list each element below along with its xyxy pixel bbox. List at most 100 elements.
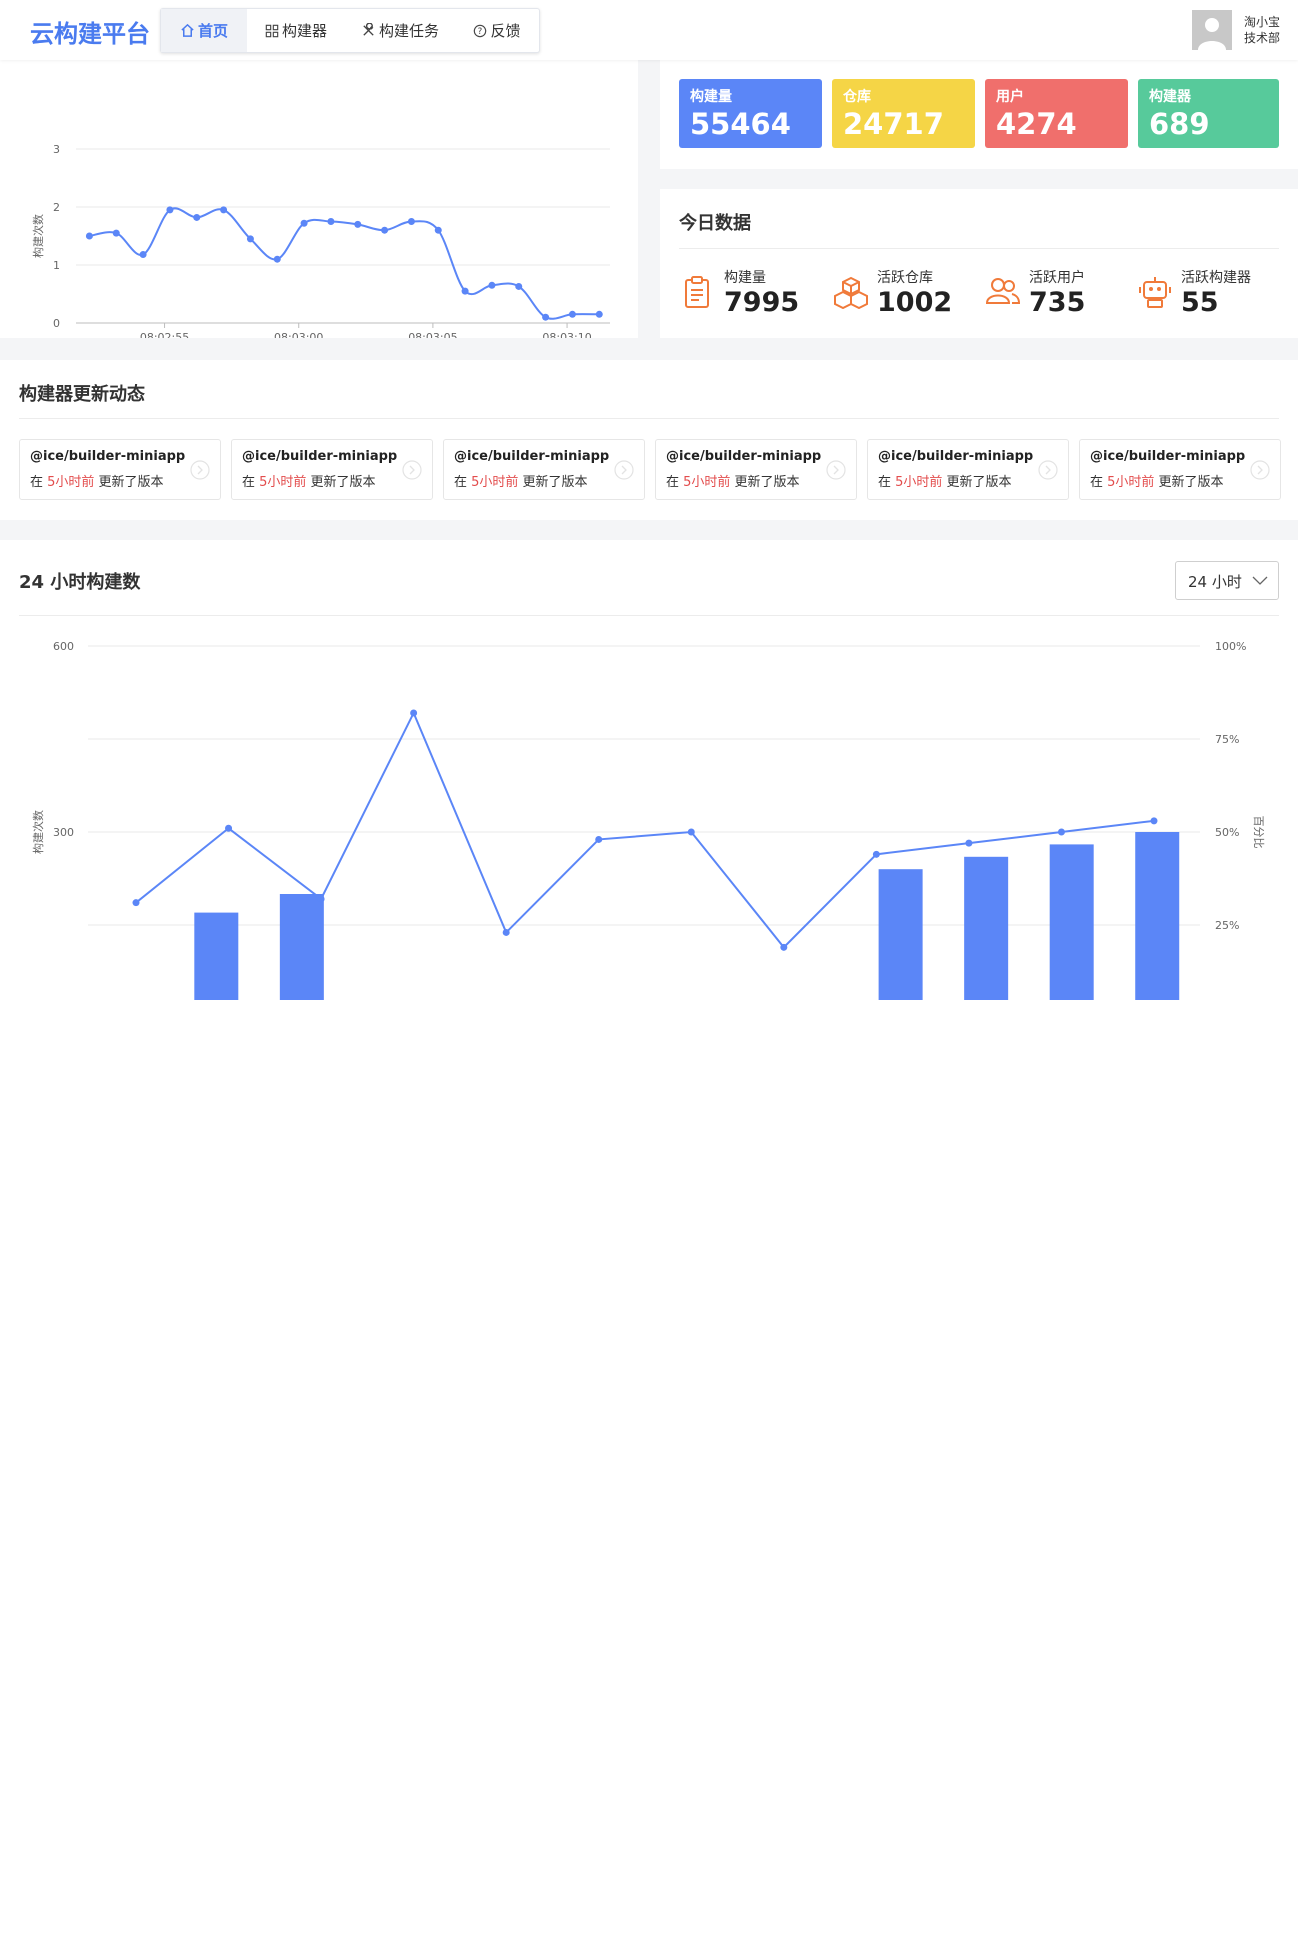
- update-suffix: 更新了版本: [518, 475, 588, 490]
- update-prefix: 在: [454, 475, 472, 490]
- stat-label: 用户: [996, 89, 1024, 105]
- stat-tile-users[interactable]: 用户 4274: [985, 79, 1128, 148]
- avatar[interactable]: [1191, 10, 1232, 50]
- today-value: 55: [1181, 287, 1219, 318]
- data-point: [300, 219, 308, 227]
- y-tick-label: 0: [53, 317, 60, 330]
- robot-icon: [1139, 277, 1171, 308]
- x-tick-label: 08:02:55: [140, 331, 189, 338]
- bg-band: [0, 340, 1298, 360]
- y-tick-label: 3: [53, 143, 60, 156]
- users-icon: [986, 278, 1020, 304]
- today-item-repos: 活跃仓库 1002: [834, 267, 974, 323]
- update-card[interactable]: @ice/builder-miniapp 在 5小时前 更新了版本: [231, 439, 433, 500]
- today-value: 7995: [724, 287, 800, 318]
- data-point: [872, 850, 880, 858]
- data-point: [139, 251, 147, 259]
- update-desc: 在 5小时前 更新了版本: [242, 471, 376, 490]
- nav-item-tasks[interactable]: 构建任务: [345, 9, 455, 52]
- update-suffix: 更新了版本: [730, 475, 800, 490]
- bg-band: [0, 520, 1298, 540]
- y-tick-label: 300: [53, 826, 74, 839]
- update-builder-name: @ice/builder-miniapp: [1090, 449, 1246, 464]
- user-info: 淘小宝 技术部: [1244, 14, 1280, 46]
- app-logo[interactable]: 云构建平台: [30, 14, 150, 49]
- data-point: [381, 226, 389, 234]
- time-range-select[interactable]: 24 小时: [1175, 561, 1279, 600]
- data-point: [780, 943, 788, 951]
- y-tick-label: 2: [53, 201, 60, 214]
- chevron-right-circle-icon[interactable]: [1038, 460, 1058, 480]
- user-name: 淘小宝: [1243, 15, 1280, 29]
- chevron-right-circle-icon[interactable]: [1250, 460, 1270, 480]
- data-point: [687, 828, 695, 836]
- today-label: 活跃仓库: [877, 270, 933, 286]
- stat-tile-builds[interactable]: 构建量 55464: [679, 79, 822, 148]
- select-value: 24 小时: [1188, 573, 1242, 591]
- update-card[interactable]: @ice/builder-miniapp 在 5小时前 更新了版本: [655, 439, 857, 500]
- bar: [1135, 832, 1180, 1000]
- realtime-chart-card: 012308:02:5508:03:0008:03:0508:03:10时间(秒…: [0, 60, 638, 338]
- x-tick-label: 08:03:00: [274, 331, 323, 338]
- update-desc: 在 5小时前 更新了版本: [454, 471, 588, 490]
- chevron-right-circle-icon[interactable]: [826, 460, 846, 480]
- y-tick-label: 1: [53, 259, 60, 272]
- data-point: [595, 835, 603, 843]
- chevron-right-circle-icon[interactable]: [402, 460, 422, 480]
- stat-tile-builders[interactable]: 构建器 689: [1138, 79, 1279, 148]
- stat-value: 689: [1149, 107, 1210, 141]
- update-time: 5小时前: [47, 475, 95, 490]
- bar: [194, 912, 239, 1000]
- update-desc: 在 5小时前 更新了版本: [30, 471, 164, 490]
- data-point: [354, 220, 362, 228]
- data-point: [434, 226, 442, 234]
- update-suffix: 更新了版本: [306, 475, 376, 490]
- clipboard-icon: [685, 276, 709, 308]
- data-point: [225, 824, 233, 832]
- data-point: [407, 218, 415, 225]
- update-desc: 在 5小时前 更新了版本: [1090, 471, 1224, 490]
- update-prefix: 在: [30, 475, 48, 490]
- today-value: 735: [1029, 287, 1086, 318]
- y2-tick-label: 100%: [1215, 640, 1246, 653]
- nav-item-home[interactable]: 首页: [161, 9, 247, 52]
- data-point: [568, 310, 576, 318]
- data-point: [410, 709, 418, 717]
- y2-axis-label: 百分比: [1252, 816, 1265, 849]
- today-title: 今日数据: [679, 213, 751, 234]
- hourly-title: 24 小时构建数: [19, 572, 141, 593]
- update-card[interactable]: @ice/builder-miniapp 在 5小时前 更新了版本: [19, 439, 221, 500]
- y2-tick-label: 75%: [1215, 733, 1239, 746]
- update-builder-name: @ice/builder-miniapp: [666, 449, 822, 464]
- update-builder-name: @ice/builder-miniapp: [454, 449, 610, 464]
- data-point: [85, 232, 93, 240]
- update-desc: 在 5小时前 更新了版本: [666, 471, 800, 490]
- y-axis-label: 构建次数: [31, 214, 45, 258]
- data-point: [317, 895, 325, 903]
- stat-label: 仓库: [843, 89, 871, 105]
- divider: [19, 418, 1279, 419]
- top-header: 云构建平台 首页 构建器 构建任务 ? 反馈 淘小宝 技术部: [0, 0, 1298, 60]
- update-card[interactable]: @ice/builder-miniapp 在 5小时前 更新了版本: [1079, 439, 1281, 500]
- nav-item-builders[interactable]: 构建器: [247, 9, 345, 52]
- update-builder-name: @ice/builder-miniapp: [242, 449, 398, 464]
- bar: [1049, 844, 1094, 1000]
- cubes-icon: [834, 276, 868, 309]
- data-point: [273, 255, 281, 263]
- update-card[interactable]: @ice/builder-miniapp 在 5小时前 更新了版本: [867, 439, 1069, 500]
- data-point: [132, 899, 140, 907]
- update-builder-name: @ice/builder-miniapp: [878, 449, 1034, 464]
- data-point: [965, 839, 973, 847]
- y-tick-label: 600: [53, 640, 74, 653]
- stat-tile-repos[interactable]: 仓库 24717: [832, 79, 975, 148]
- nav-item-feedback[interactable]: ? 反馈: [455, 9, 539, 52]
- svg-text:?: ?: [478, 27, 483, 37]
- update-prefix: 在: [1090, 475, 1108, 490]
- data-point: [327, 218, 335, 225]
- chevron-right-circle-icon[interactable]: [614, 460, 634, 480]
- update-builder-name: @ice/builder-miniapp: [30, 449, 186, 464]
- chevron-right-circle-icon[interactable]: [190, 460, 210, 480]
- update-card[interactable]: @ice/builder-miniapp 在 5小时前 更新了版本: [443, 439, 645, 500]
- today-item-builders: 活跃构建器 55: [1138, 267, 1278, 323]
- user-menu[interactable]: 淘小宝 技术部: [1191, 10, 1280, 50]
